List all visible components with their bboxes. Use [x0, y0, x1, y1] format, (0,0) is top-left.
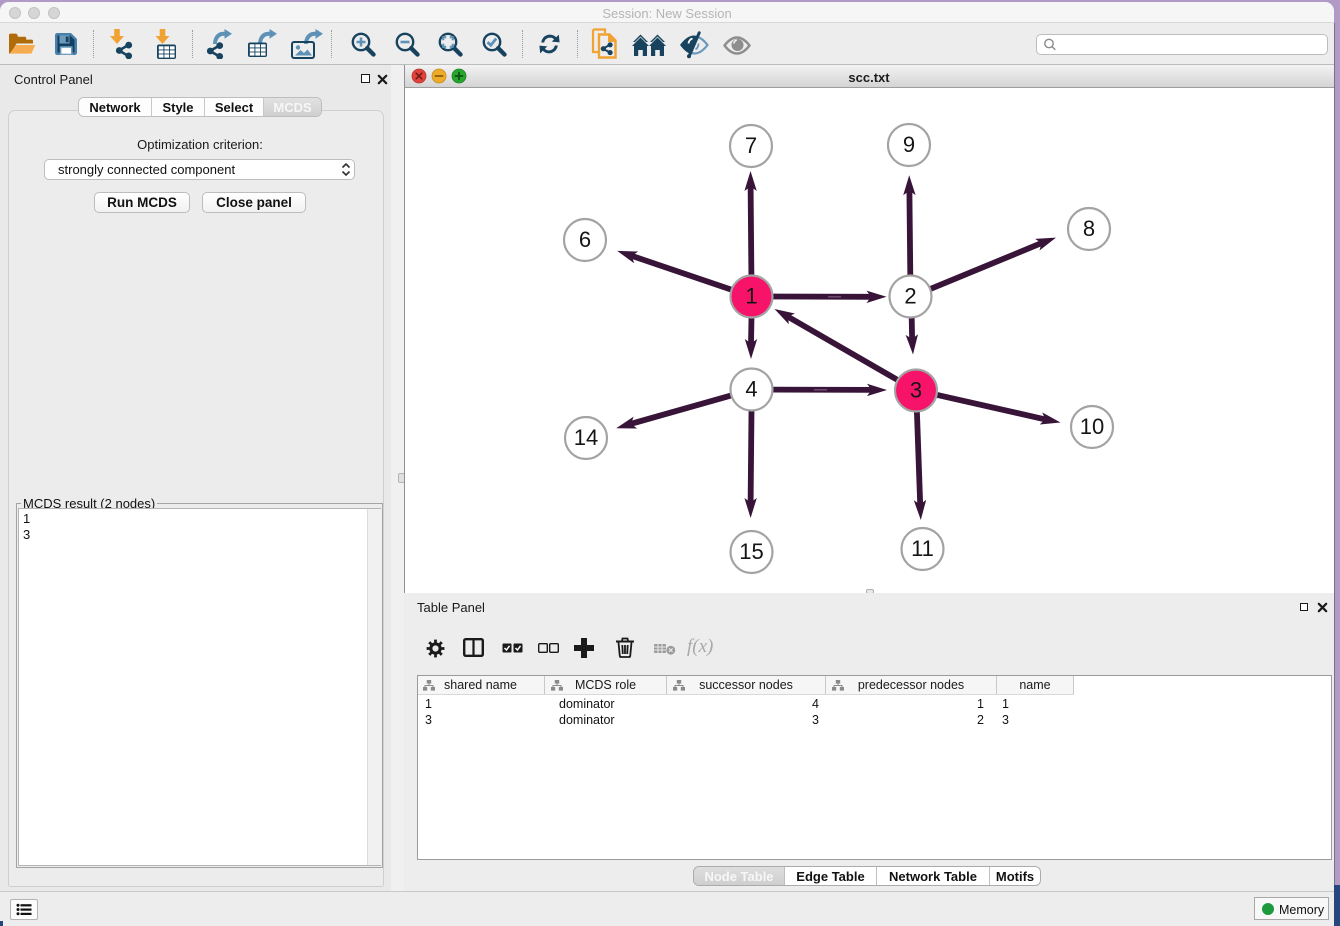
svg-text:6: 6 — [579, 227, 591, 252]
svg-text:4: 4 — [745, 377, 757, 402]
svg-text:2: 2 — [904, 284, 916, 309]
svg-text:8: 8 — [1083, 216, 1095, 241]
svg-text:15: 15 — [739, 539, 763, 564]
svg-text:3: 3 — [910, 378, 922, 403]
svg-text:1: 1 — [745, 284, 757, 309]
svg-text:14: 14 — [574, 425, 598, 450]
svg-text:11: 11 — [911, 536, 934, 561]
svg-text:7: 7 — [745, 133, 757, 158]
svg-text:9: 9 — [903, 132, 915, 157]
svg-text:10: 10 — [1080, 414, 1104, 439]
